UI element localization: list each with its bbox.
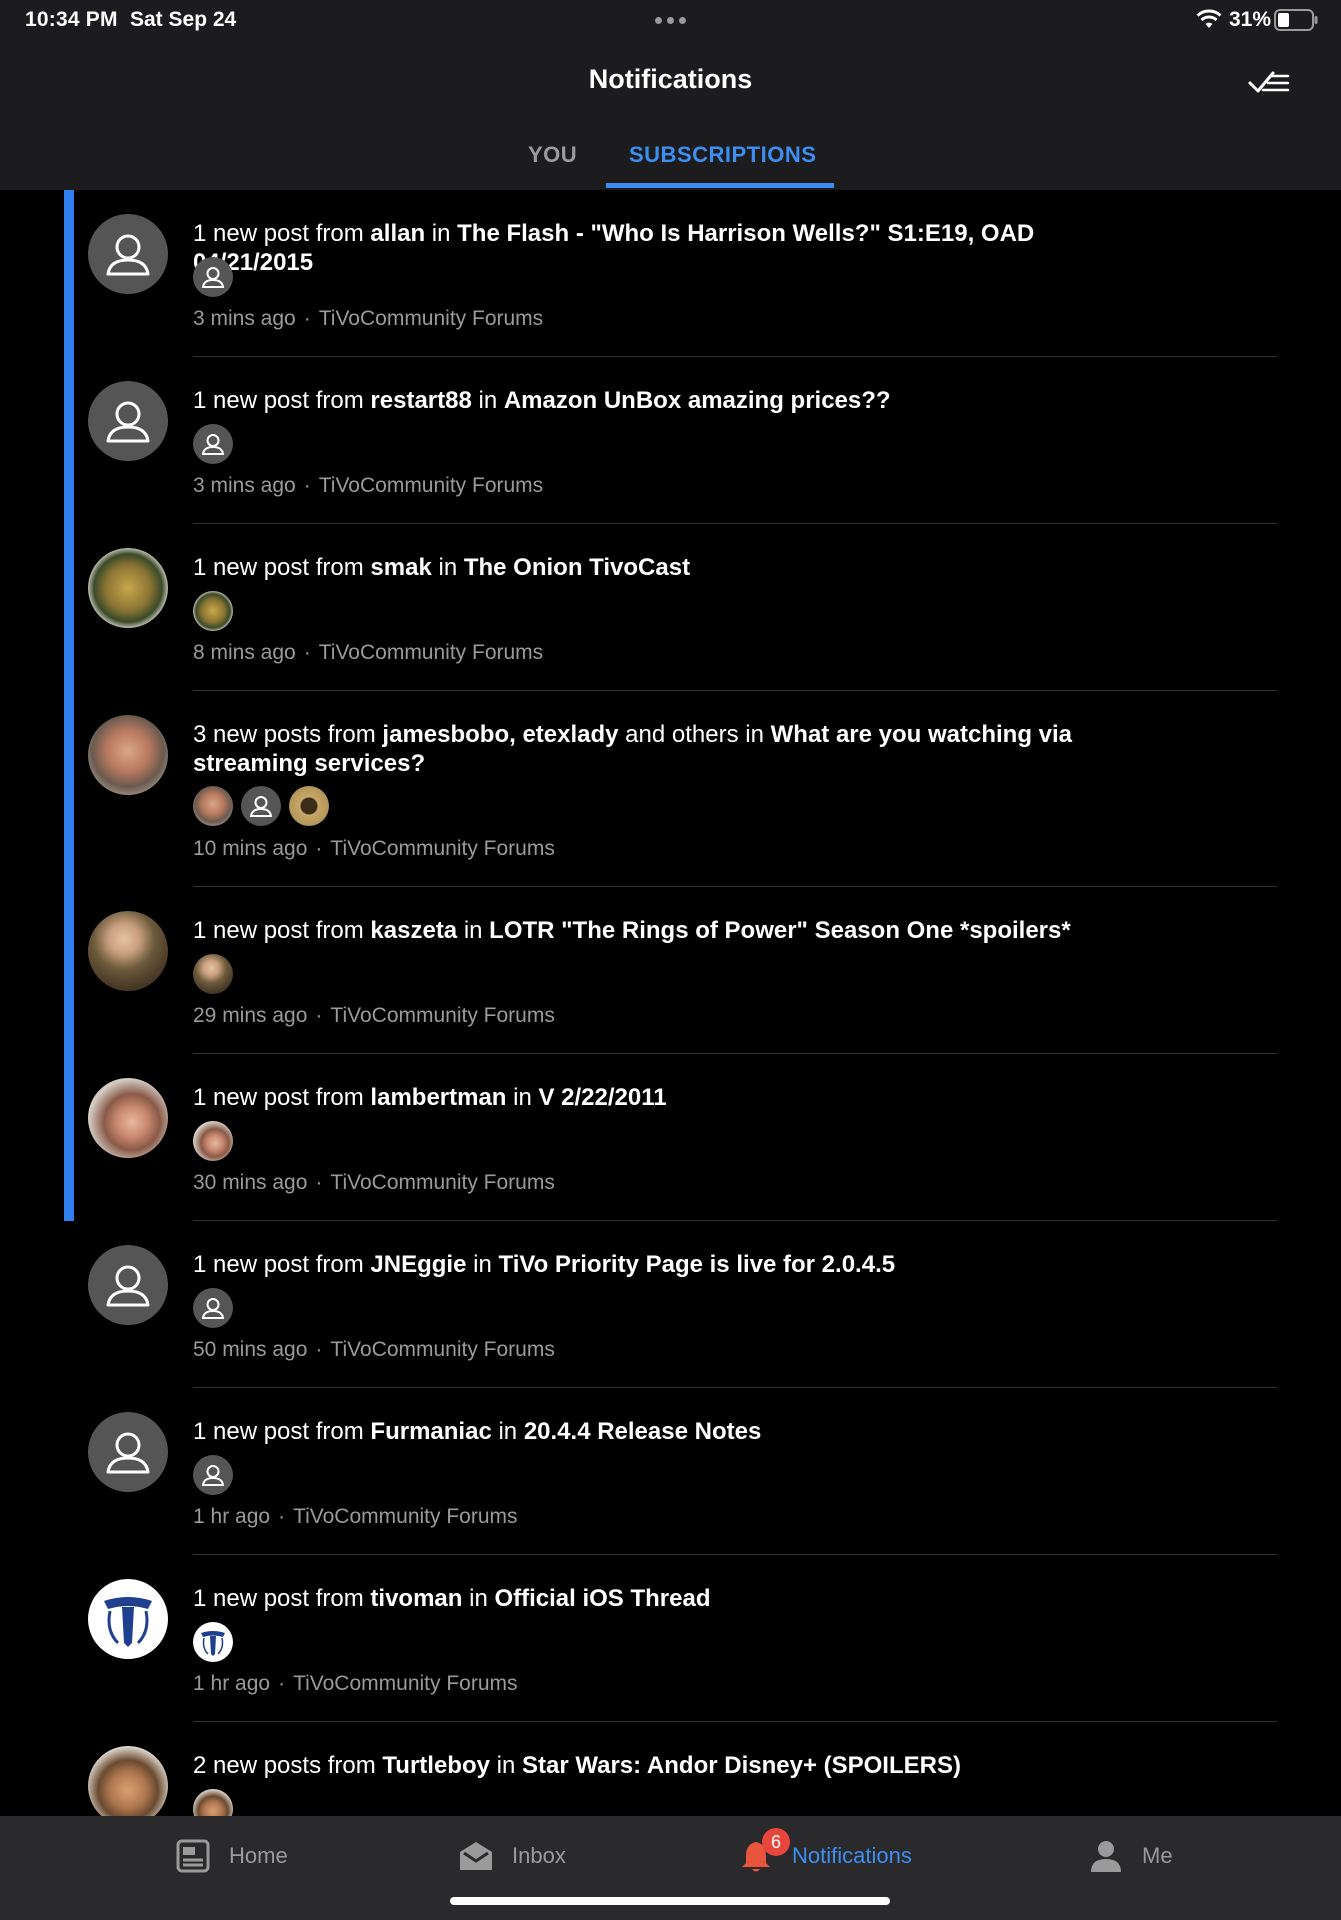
home-indicator[interactable] xyxy=(450,1897,890,1905)
tab-subscriptions[interactable]: SUBSCRIPTIONS xyxy=(629,142,816,168)
emblem-avatar xyxy=(289,786,329,826)
battery-icon xyxy=(1274,9,1318,31)
notification-count-badge: 6 xyxy=(762,1828,790,1856)
notification-list[interactable]: 1 new post from allan in The Flash - "Wh… xyxy=(0,190,1341,1816)
tab-home[interactable]: Home xyxy=(175,1816,288,1896)
food-photo-avatar xyxy=(193,591,233,631)
person-photo-avatar xyxy=(193,1789,233,1816)
mark-all-read-icon[interactable] xyxy=(1247,62,1291,102)
notification-text: 1 new post from tivoman in Official iOS … xyxy=(193,1585,711,1612)
person-photo-avatar xyxy=(193,954,233,994)
notifications-header: Notifications YOU SUBSCRIPTIONS xyxy=(0,40,1341,190)
battery-percent: 31% xyxy=(1229,8,1272,31)
default-avatar-icon xyxy=(193,1455,233,1495)
person-photo-avatar xyxy=(193,786,233,826)
notification-meta: 1 hr ago · TiVoCommunity Forums xyxy=(193,1672,518,1695)
notification-meta: 1 hr ago · TiVoCommunity Forums xyxy=(193,1505,518,1528)
tab-me-label: Me xyxy=(1142,1843,1173,1868)
participant-avatars xyxy=(193,786,329,826)
tivo-logo-avatar xyxy=(193,1622,233,1662)
wifi-icon xyxy=(1196,9,1222,28)
tab-notifications-label: Notifications xyxy=(792,1843,912,1868)
multitasking-dots-icon[interactable] xyxy=(650,8,690,32)
status-date: Sat Sep 24 xyxy=(130,8,237,31)
notification-text: 1 new post from kaszeta in LOTR "The Rin… xyxy=(193,917,1071,944)
notification-text: 1 new post from allan in The Flash - "Wh… xyxy=(193,220,1035,276)
tab-me[interactable]: Me xyxy=(1088,1816,1173,1896)
list-item[interactable]: 1 new post from Furmaniac in 20.4.4 Rele… xyxy=(0,1388,1341,1555)
status-bar: 10:34 PM Sat Sep 24 31% xyxy=(0,0,1341,40)
notification-text: 1 new post from JNEggie in TiVo Priority… xyxy=(193,1251,896,1278)
default-avatar-icon xyxy=(88,214,168,294)
list-item[interactable]: 1 new post from smak in The Onion TivoCa… xyxy=(0,524,1341,691)
list-item[interactable]: 1 new post from tivoman in Official iOS … xyxy=(0,1555,1341,1722)
list-item[interactable]: 3 new posts from jamesbobo, etexlady and… xyxy=(0,691,1341,887)
tab-notifications[interactable]: 6 Notifications xyxy=(738,1816,912,1896)
default-avatar-icon xyxy=(88,1245,168,1325)
participant-avatars xyxy=(193,424,233,464)
default-avatar-icon xyxy=(193,1288,233,1328)
list-item[interactable]: 1 new post from JNEggie in TiVo Priority… xyxy=(0,1221,1341,1388)
list-item[interactable]: 1 new post from kaszeta in LOTR "The Rin… xyxy=(0,887,1341,1054)
tab-inbox-label: Inbox xyxy=(512,1843,566,1868)
default-avatar-icon xyxy=(88,381,168,461)
notification-text: 1 new post from restart88 in Amazon UnBo… xyxy=(193,387,891,414)
participant-avatars xyxy=(193,591,233,631)
tivo-logo-avatar xyxy=(88,1579,168,1659)
notification-meta: 3 mins ago · TiVoCommunity Forums xyxy=(193,307,544,330)
person-photo-avatar xyxy=(88,1746,168,1816)
list-item[interactable]: 2 new posts from Turtleboy in Star Wars:… xyxy=(0,1722,1341,1816)
page-title: Notifications xyxy=(588,64,753,94)
person-photo-avatar xyxy=(88,911,168,991)
person-photo-avatar xyxy=(88,1078,168,1158)
notification-meta: 50 mins ago · TiVoCommunity Forums xyxy=(193,1338,555,1361)
list-item[interactable]: 1 new post from lambertman in V 2/22/201… xyxy=(0,1054,1341,1221)
default-avatar-icon xyxy=(193,424,233,464)
notification-meta: 30 mins ago · TiVoCommunity Forums xyxy=(193,1171,555,1194)
default-avatar-icon xyxy=(88,1412,168,1492)
participant-avatars xyxy=(193,1622,233,1662)
participant-avatars xyxy=(193,1789,233,1816)
notification-text: 1 new post from smak in The Onion TivoCa… xyxy=(193,554,691,581)
notification-meta: 3 mins ago · TiVoCommunity Forums xyxy=(193,474,544,497)
notification-text: 1 new post from Furmaniac in 20.4.4 Rele… xyxy=(193,1418,762,1445)
list-item[interactable]: 1 new post from restart88 in Amazon UnBo… xyxy=(0,357,1341,524)
inbox-envelope-icon xyxy=(460,1842,492,1870)
participant-avatars xyxy=(193,1121,233,1161)
person-photo-avatar xyxy=(88,715,168,795)
active-tab-indicator xyxy=(606,183,834,188)
person-photo-avatar xyxy=(193,1121,233,1161)
notification-meta: 8 mins ago · TiVoCommunity Forums xyxy=(193,641,544,664)
list-item[interactable]: 1 new post from allan in The Flash - "Wh… xyxy=(0,190,1341,357)
tab-you[interactable]: YOU xyxy=(528,142,577,168)
participant-avatars xyxy=(193,954,233,994)
person-icon xyxy=(1091,1841,1121,1872)
notification-meta: 10 mins ago · TiVoCommunity Forums xyxy=(193,837,555,860)
notification-text: 1 new post from lambertman in V 2/22/201… xyxy=(193,1084,667,1111)
tab-inbox[interactable]: Inbox xyxy=(458,1816,566,1896)
status-time: 10:34 PM xyxy=(25,8,118,31)
default-avatar-icon xyxy=(193,257,233,297)
notification-text: 3 new posts from jamesbobo, etexlady and… xyxy=(193,721,1073,777)
home-feed-icon xyxy=(176,1839,210,1873)
default-avatar-icon xyxy=(241,786,281,826)
notification-meta: 29 mins ago · TiVoCommunity Forums xyxy=(193,1004,555,1027)
food-photo-avatar xyxy=(88,548,168,628)
participant-avatars xyxy=(193,257,233,297)
tab-home-label: Home xyxy=(229,1843,288,1868)
participant-avatars xyxy=(193,1455,233,1495)
participant-avatars xyxy=(193,1288,233,1328)
bottom-tab-bar: Home Inbox 6 Notifications Me xyxy=(0,1816,1341,1920)
notification-text: 2 new posts from Turtleboy in Star Wars:… xyxy=(193,1752,961,1779)
